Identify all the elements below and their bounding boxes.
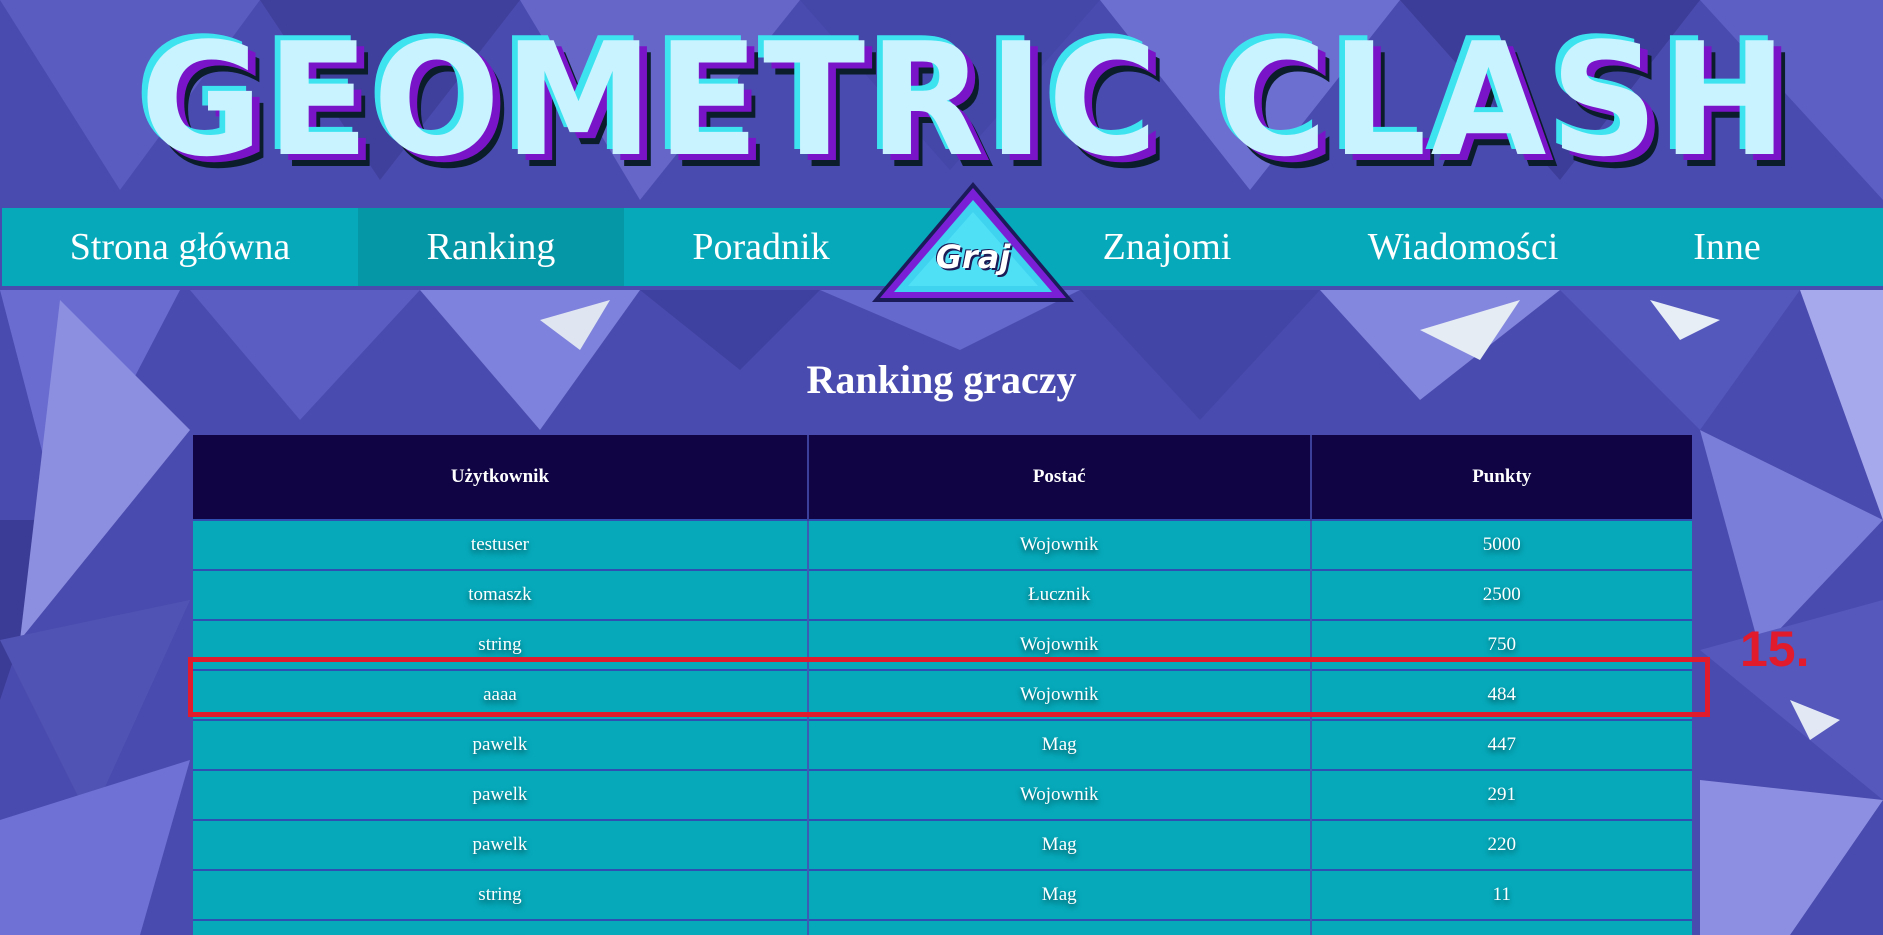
table-row: pawelk Mag 220 [193, 819, 1692, 870]
cell-points: 447 [1310, 719, 1692, 770]
cell-user: pawelk [193, 769, 809, 820]
cell-user: pawelk [193, 719, 809, 770]
cell-character: Wojownik [807, 669, 1312, 720]
cell-user: pawelk [193, 919, 809, 935]
cell-points: 11 [1310, 869, 1692, 920]
cell-character: Mag [807, 919, 1312, 935]
cell-points: 291 [1310, 769, 1692, 820]
cell-character: Mag [807, 719, 1312, 770]
cell-character: Wojownik [807, 619, 1312, 670]
table-row: aaaa Wojownik 484 [193, 669, 1692, 720]
site-logo-title: GEOMETRIC CLASH [140, 9, 1792, 191]
table-body: testuser Wojownik 5000 tomaszk Łucznik 2500st… [193, 519, 1692, 935]
table-row: pawelkMag11 [193, 919, 1692, 935]
cell-user: aaaa [193, 669, 809, 720]
nav-item-friends[interactable]: Znajomi [1068, 208, 1266, 286]
table-header-row: Użytkownik Postać Punkty [193, 435, 1692, 520]
cell-user: pawelk [193, 819, 809, 870]
play-label: Graj [935, 238, 1011, 276]
cell-points: 5000 [1310, 519, 1692, 570]
nav-item-home[interactable]: Strona główna [2, 208, 358, 286]
cell-points: 11 [1310, 919, 1692, 935]
nav-item-ranking[interactable]: Ranking [358, 208, 624, 286]
site-banner: GEOMETRIC CLASH [0, 0, 1883, 208]
play-button[interactable]: Graj [868, 178, 1078, 308]
cell-user: tomaszk [193, 569, 809, 620]
cell-user: testuser [193, 519, 809, 570]
cell-character: Wojownik [807, 769, 1312, 820]
cell-points: 484 [1310, 669, 1692, 720]
header-character[interactable]: Postać [807, 435, 1312, 520]
table-row: tomaszk Łucznik 2500 [193, 569, 1692, 620]
page-title: Ranking graczy [806, 357, 1077, 402]
cell-character: Mag [807, 869, 1312, 920]
cell-points: 750 [1310, 619, 1692, 670]
table-row: testuser Wojownik 5000 [193, 519, 1692, 570]
header-points[interactable]: Punkty [1310, 435, 1692, 520]
nav-item-messages[interactable]: Wiadomości [1328, 208, 1598, 286]
cell-character: Łucznik [807, 569, 1312, 620]
cell-user: string [193, 619, 809, 670]
cell-character: Wojownik [807, 519, 1312, 570]
cell-user: string [193, 869, 809, 920]
header-user[interactable]: Użytkownik [193, 435, 809, 520]
cell-character: Mag [807, 819, 1312, 870]
nav-item-guide[interactable]: Poradnik [624, 208, 898, 286]
cell-points: 220 [1310, 819, 1692, 870]
cell-points: 2500 [1310, 569, 1692, 620]
table-row: string Mag 11 [193, 869, 1692, 920]
rank-annotation: 15. [1740, 621, 1810, 677]
table-row: pawelk Wojownik 291 [193, 769, 1692, 820]
table-row: pawelk Mag 447 [193, 719, 1692, 770]
ranking-table: Użytkownik Postać Punkty testuser Wojowni… [193, 435, 1692, 935]
table-row: string Wojownik 750 [193, 619, 1692, 670]
nav-item-other[interactable]: Inne [1642, 208, 1812, 286]
